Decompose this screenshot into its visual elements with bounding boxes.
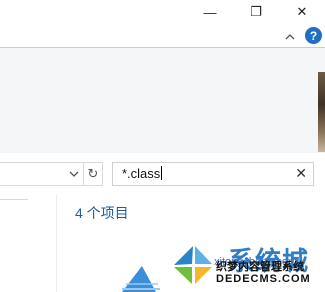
search-box[interactable]: *.class ✕ <box>112 162 314 186</box>
watermark-cms-text: 织梦内容管理系统 <box>216 261 304 273</box>
navigation-bar: ↻ *.class ✕ <box>0 153 325 195</box>
partial-icon <box>122 266 160 292</box>
close-icon: ✕ <box>296 4 308 19</box>
text-caret <box>161 166 163 180</box>
title-bar: — ❐ ✕ <box>0 0 325 24</box>
maximize-button[interactable]: ❐ <box>236 0 276 24</box>
collapse-ribbon-button[interactable] <box>280 28 300 44</box>
clear-search-button[interactable]: ✕ <box>295 165 307 182</box>
minimize-button[interactable]: — <box>190 0 230 24</box>
watermark-logo-icon <box>171 243 215 287</box>
minimize-icon: — <box>203 4 217 20</box>
refresh-icon: ↻ <box>87 166 99 181</box>
address-bar[interactable] <box>0 162 84 186</box>
restore-icon: ❐ <box>250 4 262 19</box>
address-dropdown-button[interactable] <box>67 163 81 185</box>
help-button[interactable]: ? <box>305 27 322 44</box>
ribbon-tab-row: ? <box>0 24 325 48</box>
close-icon: ✕ <box>295 165 307 181</box>
watermark: 系统城 xitongcheng.com 织梦内容管理系统 DEDECMS.COM <box>170 238 325 292</box>
close-button[interactable]: ✕ <box>282 0 322 24</box>
ribbon-panel <box>0 48 325 154</box>
nav-pane-divider <box>56 195 57 292</box>
nav-pane-line <box>0 199 28 200</box>
chevron-down-icon <box>69 171 79 177</box>
ribbon-thumbnail <box>318 72 325 152</box>
search-result-count: 4 个项目 <box>75 205 129 221</box>
search-value: *.class <box>122 166 161 181</box>
watermark-dede-text: DEDECMS.COM <box>216 273 311 285</box>
chevron-up-icon <box>285 33 295 39</box>
search-input[interactable]: *.class <box>122 166 163 181</box>
help-icon: ? <box>309 28 318 43</box>
refresh-button[interactable]: ↻ <box>84 162 103 186</box>
